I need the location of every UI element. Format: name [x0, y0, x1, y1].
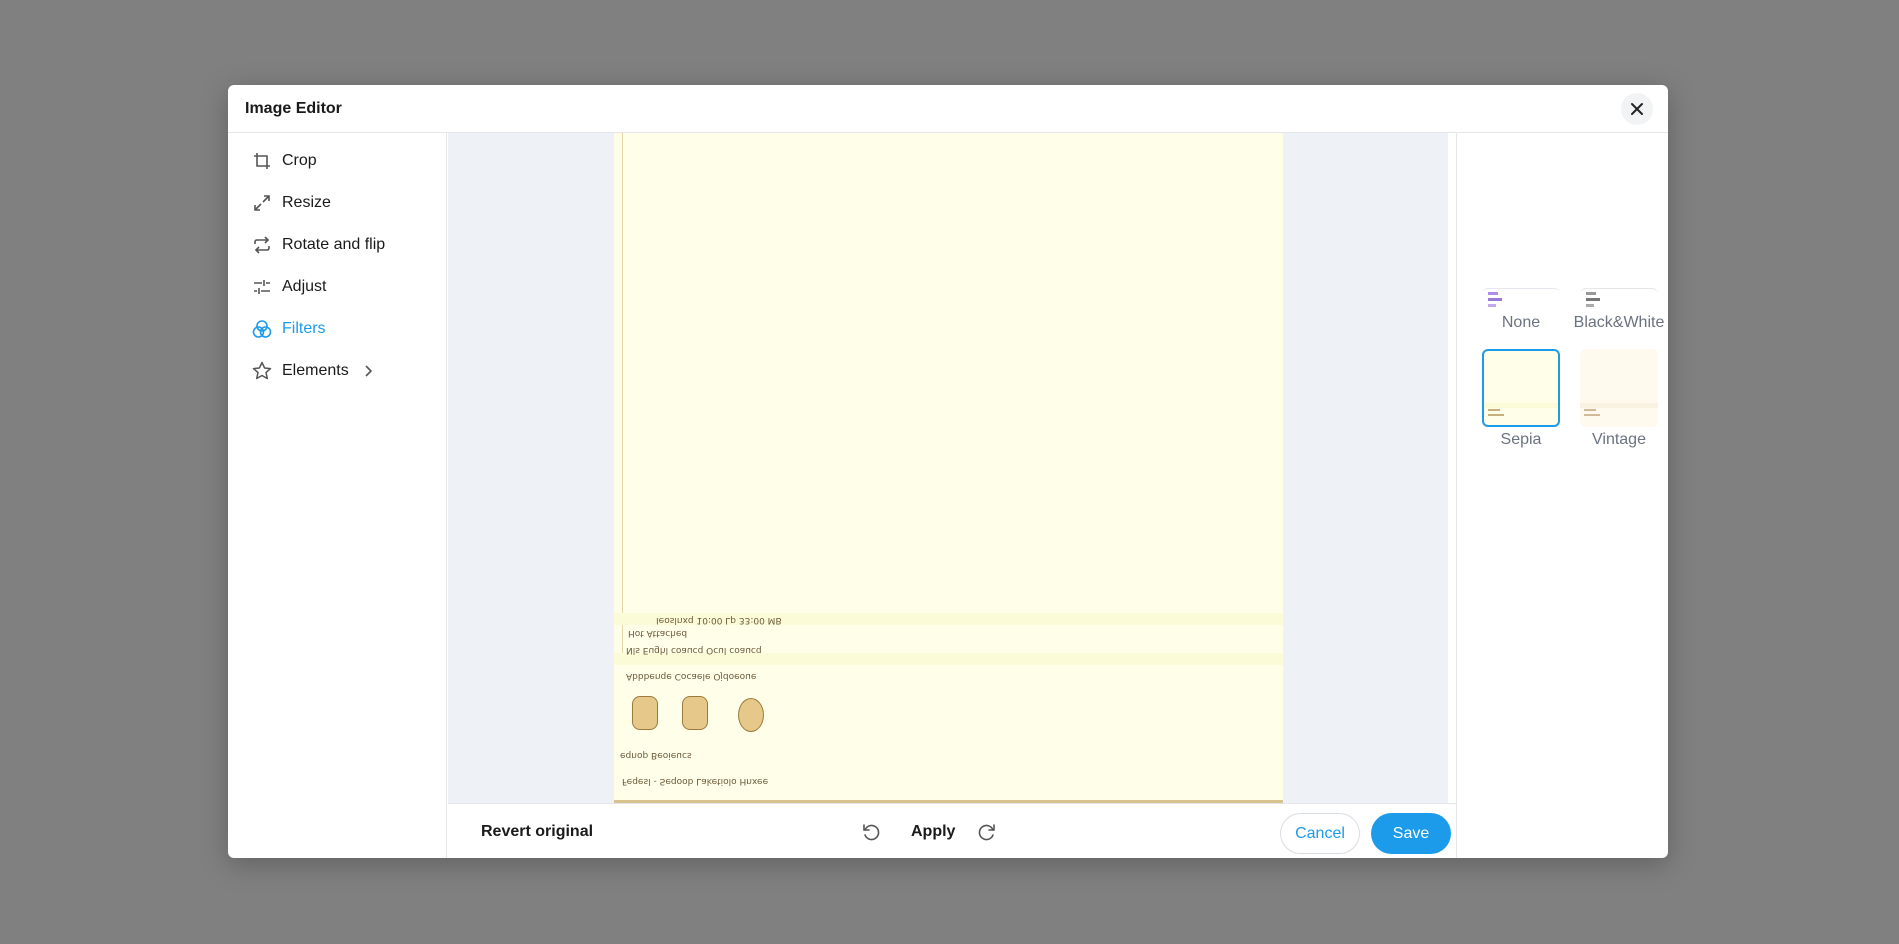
tool-crop[interactable]: Crop [228, 140, 446, 182]
editor-footer: Revert original Apply Cancel Save [448, 803, 1456, 858]
tool-rotate-flip[interactable]: Rotate and flip [228, 224, 446, 266]
preview-divider [622, 133, 623, 653]
filter-thumbnail [1482, 349, 1560, 427]
image-editor-dialog: Image Editor Crop Resize Rotate and flip… [228, 85, 1668, 858]
preview-text: Feqesl - Seqoob Laketiolo Hnxee [622, 776, 769, 786]
filters-panel: None Black&White Sepia Vintage [1456, 133, 1668, 858]
image-preview: Ieoslnxq 10:00 Lp 33:00 MB Hot Attached … [614, 133, 1283, 803]
filter-thumbnail [1580, 288, 1658, 310]
filters-icon [251, 318, 273, 340]
dialog-title: Image Editor [245, 100, 342, 117]
tool-resize[interactable]: Resize [228, 182, 446, 224]
redo-button[interactable] [974, 819, 1000, 845]
apply-button[interactable]: Apply [911, 823, 955, 841]
preview-glyph [682, 696, 708, 730]
image-canvas[interactable]: Ieoslnxq 10:00 Lp 33:00 MB Hot Attached … [448, 133, 1448, 803]
filter-vintage-label: Vintage [1592, 431, 1646, 448]
filter-black-white-label: Black&White [1573, 314, 1665, 331]
filter-thumbnail [1482, 288, 1560, 310]
tool-adjust[interactable]: Adjust [228, 266, 446, 308]
save-button[interactable]: Save [1371, 813, 1451, 854]
chevron-right-icon [363, 364, 373, 378]
close-button[interactable] [1621, 93, 1653, 125]
undo-icon [863, 824, 880, 841]
tool-rotate-flip-label: Rotate and flip [282, 236, 386, 253]
preview-text: Nls Eughl coaucq Ocul coaucq [626, 645, 762, 655]
close-icon [1631, 103, 1643, 115]
tool-resize-label: Resize [282, 194, 331, 211]
redo-icon [978, 824, 995, 841]
filter-black-white[interactable]: Black&White [1573, 288, 1665, 332]
undo-button[interactable] [858, 819, 884, 845]
preview-glyph [632, 696, 658, 730]
preview-text: eqnop Beoieucs [620, 750, 692, 760]
filter-thumbnail [1580, 349, 1658, 427]
dialog-header: Image Editor [228, 85, 1668, 133]
tool-crop-label: Crop [282, 152, 317, 169]
filter-none-label: None [1501, 314, 1541, 331]
preview-glyph [738, 698, 764, 732]
filter-none[interactable]: None [1475, 288, 1567, 332]
tool-filters[interactable]: Filters [228, 308, 446, 350]
filter-vintage[interactable]: Vintage [1573, 349, 1665, 449]
crop-icon [251, 150, 273, 172]
tool-elements[interactable]: Elements [228, 350, 446, 392]
cancel-button[interactable]: Cancel [1280, 813, 1360, 854]
sliders-icon [251, 276, 273, 298]
tool-filters-label: Filters [282, 320, 326, 337]
tools-sidebar: Crop Resize Rotate and flip Adjust Filte… [228, 133, 447, 858]
preview-text: Ieoslnxq 10:00 Lp 33:00 MB [656, 615, 782, 625]
filter-sepia[interactable]: Sepia [1475, 349, 1567, 449]
revert-original-button[interactable]: Revert original [481, 823, 593, 841]
preview-text: Hot Attached [628, 628, 688, 638]
tool-adjust-label: Adjust [282, 278, 327, 295]
tool-elements-label: Elements [282, 362, 349, 379]
star-icon [251, 360, 273, 382]
rotate-flip-icon [251, 234, 273, 256]
preview-text: Abbbenqe Cocaele Ojdoeoue [626, 671, 757, 681]
filter-sepia-label: Sepia [1500, 431, 1542, 448]
resize-icon [251, 192, 273, 214]
